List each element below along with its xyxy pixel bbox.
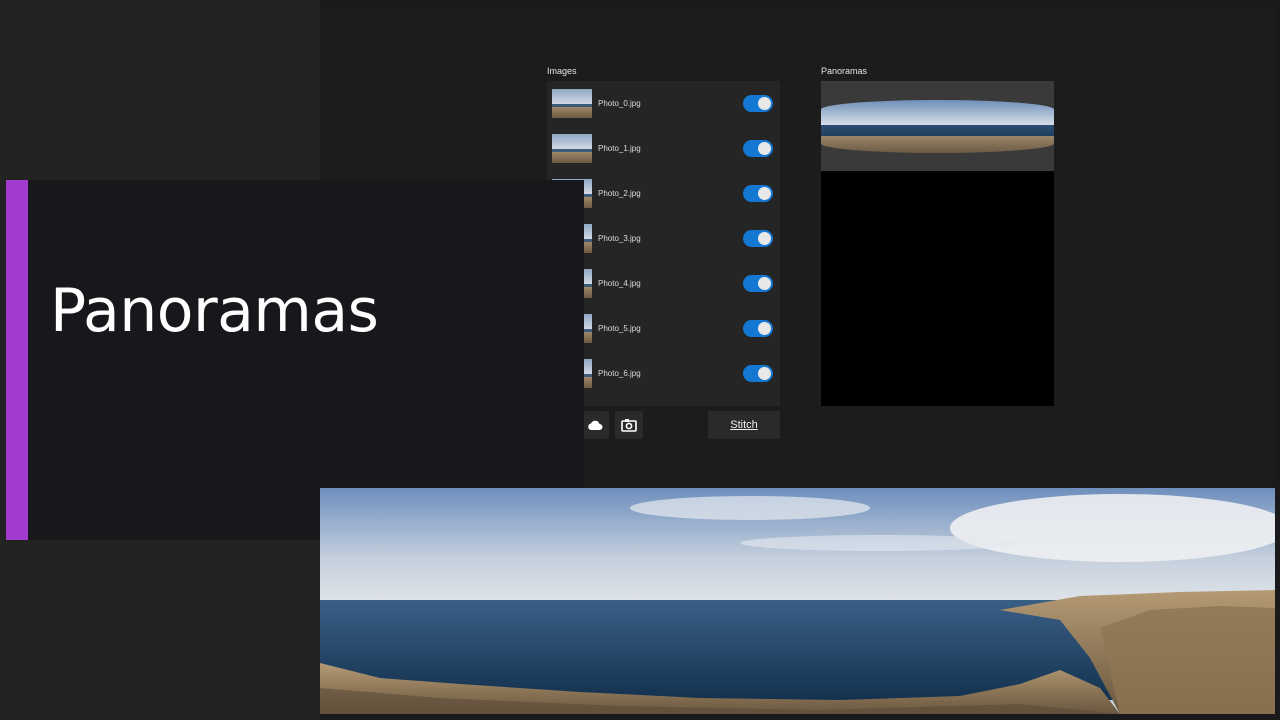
photo-include-toggle[interactable] — [743, 95, 773, 112]
cloud-icon — [588, 420, 603, 430]
photo-include-toggle[interactable] — [743, 230, 773, 247]
panorama-thumbnail — [821, 100, 1054, 153]
photo-thumbnail — [552, 89, 592, 118]
photo-include-toggle[interactable] — [743, 365, 773, 382]
title-card: Panoramas — [6, 180, 584, 540]
images-section-label: Images — [547, 66, 577, 76]
panoramas-section-label: Panoramas — [821, 66, 868, 76]
image-list-item[interactable]: Photo_0.jpg — [547, 81, 780, 126]
panorama-landscape-graphic — [320, 488, 1275, 714]
photo-file-name: Photo_5.jpg — [598, 324, 641, 333]
photo-file-name: Photo_0.jpg — [598, 99, 641, 108]
panorama-preview-image — [320, 488, 1275, 714]
photo-include-toggle[interactable] — [743, 275, 773, 292]
page-title: Panoramas — [50, 276, 379, 346]
panorama-list-item[interactable] — [821, 81, 1054, 171]
photo-file-name: Photo_3.jpg — [598, 234, 641, 243]
photo-file-name: Photo_2.jpg — [598, 189, 641, 198]
camera-button[interactable] — [615, 411, 643, 439]
cloud-upload-button[interactable] — [581, 411, 609, 439]
camera-icon — [621, 419, 637, 432]
panorama-viewer — [821, 81, 1054, 406]
photo-file-name: Photo_6.jpg — [598, 369, 641, 378]
title-accent-bar — [6, 180, 28, 540]
photo-include-toggle[interactable] — [743, 320, 773, 337]
image-list-item[interactable]: Photo_1.jpg — [547, 126, 780, 171]
photo-include-toggle[interactable] — [743, 140, 773, 157]
photo-file-name: Photo_1.jpg — [598, 144, 641, 153]
stitch-button[interactable]: Stitch — [708, 411, 780, 439]
photo-thumbnail — [552, 134, 592, 163]
photo-file-name: Photo_4.jpg — [598, 279, 641, 288]
photo-include-toggle[interactable] — [743, 185, 773, 202]
